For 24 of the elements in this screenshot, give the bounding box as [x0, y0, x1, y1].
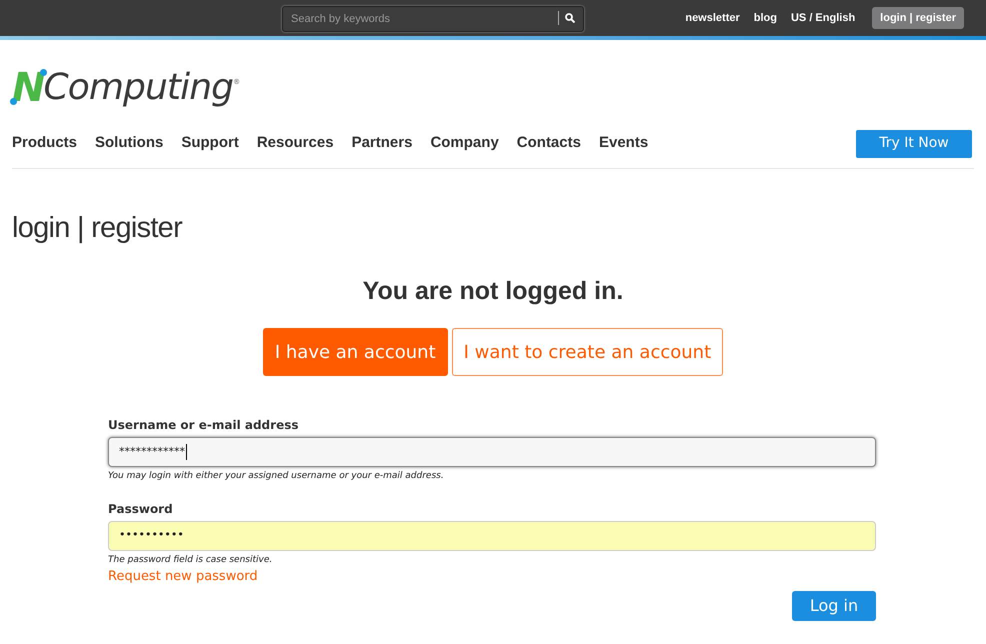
search-field[interactable]: Search by keywords [282, 6, 584, 32]
log-in-button[interactable]: Log in [792, 590, 876, 620]
input-field[interactable]: ************ [108, 437, 876, 467]
field-label: Username or e-mail address [108, 417, 300, 434]
page-title: login | register [12, 211, 184, 246]
top-link[interactable]: US / English [790, 10, 856, 26]
login-register-button[interactable]: login | register [872, 7, 964, 29]
field-label: Password [108, 500, 174, 518]
search-icon[interactable] [565, 13, 575, 23]
nav-link[interactable]: Support [181, 132, 239, 155]
nav-link[interactable]: Events [598, 132, 648, 155]
nav-link[interactable]: Partners [352, 132, 412, 155]
nav-link[interactable]: Solutions [95, 132, 164, 155]
nav-link[interactable]: Resources [256, 132, 334, 155]
try-it-now-button[interactable]: Try It Now [856, 130, 972, 158]
nav-link[interactable]: Company [430, 132, 499, 155]
nav-link[interactable]: Contacts [516, 132, 581, 155]
nav-link[interactable]: Products [12, 132, 78, 155]
status-heading: You are not logged in. [362, 276, 624, 306]
field-hint: You may login with either your assigned username or your e-mail address. [108, 470, 445, 483]
top-link[interactable]: blog [754, 10, 777, 26]
top-link[interactable]: newsletter [685, 10, 740, 26]
input-field[interactable]: •••••••••• [108, 520, 876, 550]
field-hint: The password field is case sensitive. [108, 554, 274, 566]
